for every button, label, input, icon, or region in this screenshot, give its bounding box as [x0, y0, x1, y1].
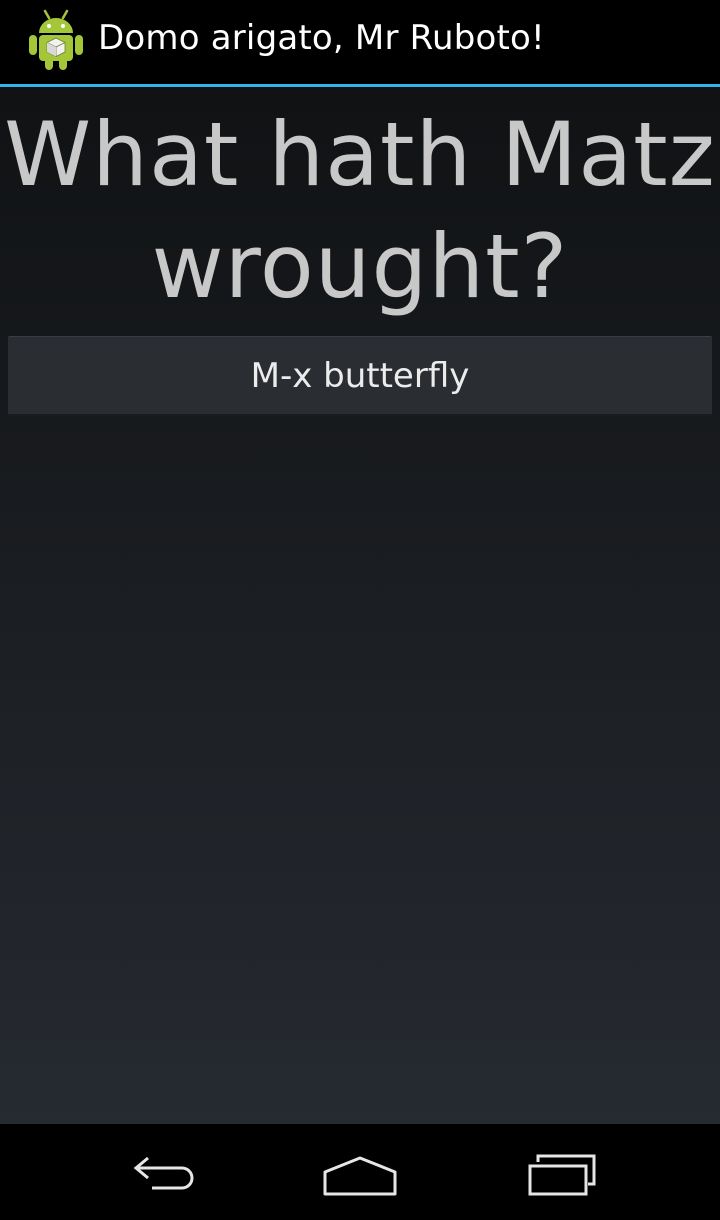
content-area: What hath Matz wrought? M-x butterfly: [0, 87, 720, 1124]
home-icon: [323, 1156, 397, 1196]
back-icon: [133, 1156, 194, 1190]
back-button[interactable]: [110, 1144, 210, 1204]
headline: What hath Matz wrought?: [4, 103, 716, 318]
recents-icon: [528, 1154, 596, 1196]
action-bar: Domo arigato, Mr Ruboto!: [0, 0, 720, 84]
recents-button[interactable]: [512, 1144, 612, 1204]
android-robot-icon[interactable]: [26, 6, 86, 72]
butterfly-button[interactable]: M-x butterfly: [8, 336, 712, 416]
home-button[interactable]: [310, 1144, 410, 1204]
screen: Domo arigato, Mr Ruboto! What hath Matz …: [0, 0, 720, 1220]
app-title: Domo arigato, Mr Ruboto!: [98, 18, 545, 58]
navigation-bar: [0, 1124, 720, 1220]
